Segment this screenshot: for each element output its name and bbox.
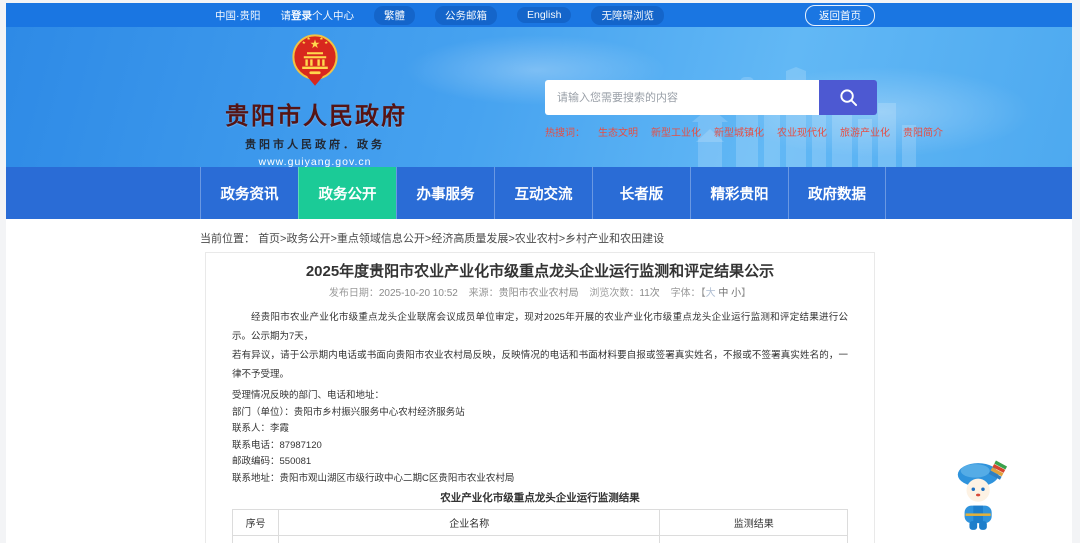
- contact-info: 受理情况反映的部门、电话和地址： 部门（单位）：贵阳市乡村振兴服务中心农村经济服…: [232, 388, 848, 487]
- publish-date-label: 发布日期：: [328, 288, 379, 299]
- official-mail-link[interactable]: 公务邮箱: [435, 5, 497, 25]
- national-emblem-icon: [292, 34, 338, 86]
- english-link[interactable]: English: [517, 7, 572, 23]
- hot-word-link[interactable]: 贵阳简介: [903, 124, 943, 139]
- source-label: 来源：: [468, 288, 499, 299]
- breadcrumb: 当前位置： 首页>政务公开>重点领域信息公开>经济高质量发展>农业农村>乡村产业…: [6, 219, 1072, 246]
- paragraph-line: 若有异议，请于公示期内电话或书面向贵阳市农业农村局反映，反映情况的电话和书面材料…: [232, 350, 848, 380]
- hot-search-words: 热搜词： 生态文明 新型工业化 新型城镇化 农业现代化 旅游产业化 贵阳简介: [545, 124, 943, 139]
- login-link[interactable]: 请登录个人中心: [281, 8, 355, 23]
- nav-item-jingcai-guiyang[interactable]: 精彩贵阳: [690, 167, 788, 219]
- contact-line: 部门（单位）：贵阳市乡村振兴服务中心农村经济服务站: [232, 406, 465, 418]
- search-button[interactable]: [819, 80, 877, 115]
- font-size-large-button[interactable]: 大: [706, 288, 716, 299]
- hot-search-label: 热搜词：: [545, 128, 585, 139]
- hot-word-link[interactable]: 新型工业化: [651, 124, 701, 139]
- bracket: 】: [741, 288, 752, 299]
- publish-date: 2025-10-20 10:52: [378, 288, 458, 299]
- views-value: 11次: [639, 288, 660, 299]
- col-header-seq: 序号: [231, 509, 280, 536]
- contact-line: 联系地址：贵阳市观山湖区市级行政中心二期C区贵阳市农业农村局: [232, 472, 515, 484]
- nav-item-zhengwu-zixun[interactable]: 政务资讯: [200, 167, 298, 219]
- table-header-row: 序号 企业名称 监测结果: [231, 509, 848, 536]
- traditional-chinese-link[interactable]: 繁體: [374, 5, 415, 25]
- breadcrumb-path[interactable]: 首页>政务公开>重点领域信息公开>经济高质量发展>农业农村>乡村产业和农田建设: [258, 233, 664, 245]
- nav-item-zhengwu-gongkai[interactable]: 政务公开: [298, 167, 396, 219]
- contact-line: 联系人：李霞: [232, 423, 290, 434]
- article-meta: 发布日期：2025-10-20 10:52 来源：贵阳市农业农村局 浏览次数：1…: [232, 287, 848, 300]
- hot-word-link[interactable]: 旅游产业化: [840, 124, 890, 139]
- site-url: www.guiyang.gov.cn: [258, 156, 372, 167]
- breadcrumb-label: 当前位置：: [200, 233, 255, 245]
- site-container: 中国·贵阳 请登录个人中心 繁體 公务邮箱 English 无障碍浏览 返回首页: [6, 3, 1072, 543]
- login-suffix: 个人中心: [312, 9, 354, 22]
- contact-line: 联系电话：87987120: [232, 439, 322, 451]
- nav-item-zhangzheban[interactable]: 长者版: [592, 167, 690, 219]
- content-area: 当前位置： 首页>政务公开>重点领域信息公开>经济高质量发展>农业农村>乡村产业…: [6, 219, 1072, 543]
- contact-line: 邮政编码：550081: [232, 456, 312, 467]
- paragraph-line: 经贵阳市农业产业化市级重点龙头企业联席会议成员单位审定，现对2025年开展的农业…: [232, 312, 848, 342]
- col-header-result: 监测结果: [659, 509, 848, 536]
- search-icon: [839, 89, 857, 107]
- hot-word-link[interactable]: 农业现代化: [777, 124, 827, 139]
- site-logo[interactable]: 贵阳市人民政府 贵阳市人民政府．政务 www.guiyang.gov.cn: [225, 33, 405, 167]
- nav-item-zhengfu-shuju[interactable]: 政府数据: [788, 167, 886, 219]
- cell-result: 合格: [659, 535, 848, 543]
- font-size-small-button[interactable]: 小: [731, 288, 741, 299]
- main-nav: 政务资讯 政务公开 办事服务 互动交流 长者版 精彩贵阳 政府数据: [6, 167, 1072, 219]
- site-subtitle: 贵阳市人民政府．政务: [245, 139, 385, 151]
- search-input[interactable]: [545, 80, 819, 115]
- font-size-label: 字体：: [670, 288, 701, 299]
- contact-line: 受理情况反映的部门、电话和地址：: [232, 390, 385, 401]
- monitoring-result-table: 序号 企业名称 监测结果 1 贵州合力超市采购有限公司 合格 2 贵州友禾种业有…: [231, 509, 848, 543]
- cell-company: 贵州合力超市采购有限公司: [278, 535, 661, 543]
- article-paragraph: 经贵阳市农业产业化市级重点龙头企业联席会议成员单位审定，现对2025年开展的农业…: [232, 308, 848, 384]
- header-banner: 贵阳市人民政府 贵阳市人民政府．政务 www.guiyang.gov.cn 热搜…: [6, 27, 1072, 167]
- table-caption: 农业产业化市级重点龙头企业运行监测结果: [440, 492, 640, 504]
- login-prefix: 请: [280, 9, 292, 22]
- nav-item-banshi-fuwu[interactable]: 办事服务: [396, 167, 494, 219]
- source-value: 贵阳市农业农村局: [498, 288, 579, 299]
- return-home-button[interactable]: 返回首页: [805, 4, 875, 26]
- nav-item-hudong-jiaoliu[interactable]: 互动交流: [494, 167, 592, 219]
- login-bold: 登录: [291, 9, 312, 22]
- table-row: 1 贵州合力超市采购有限公司 合格: [231, 535, 848, 543]
- hot-word-link[interactable]: 生态文明: [598, 124, 638, 139]
- views-label: 浏览次数：: [589, 288, 640, 299]
- mascot-assistant-icon[interactable]: [952, 457, 1012, 535]
- accessibility-link[interactable]: 无障碍浏览: [591, 5, 664, 25]
- region-link[interactable]: 中国·贵阳: [215, 8, 261, 23]
- article-title: 2025年度贵阳市农业产业化市级重点龙头企业运行监测和评定结果公示: [305, 263, 775, 280]
- site-title: 贵阳市人民政府: [225, 103, 407, 130]
- font-size-medium-button[interactable]: 中: [718, 288, 728, 299]
- hot-word-link[interactable]: 新型城镇化: [714, 124, 764, 139]
- cell-seq: 1: [231, 535, 280, 543]
- col-header-company: 企业名称: [278, 509, 661, 536]
- article-box: 2025年度贵阳市农业产业化市级重点龙头企业运行监测和评定结果公示 发布日期：2…: [205, 252, 875, 543]
- search-area: 热搜词： 生态文明 新型工业化 新型城镇化 农业现代化 旅游产业化 贵阳简介: [545, 80, 943, 139]
- top-utility-bar: 中国·贵阳 请登录个人中心 繁體 公务邮箱 English 无障碍浏览 返回首页: [6, 3, 1072, 27]
